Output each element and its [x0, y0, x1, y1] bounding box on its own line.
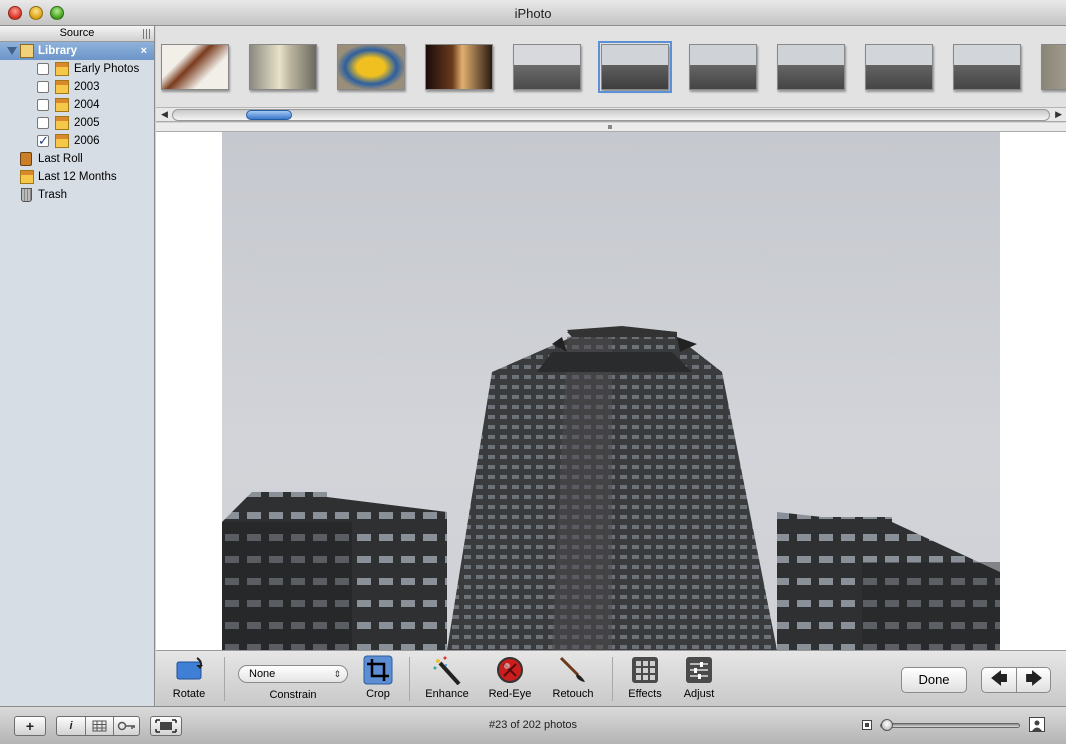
sidebar-item-label: Early Photos: [74, 63, 140, 75]
thumbnail[interactable]: [689, 44, 757, 90]
film-roll-icon: [20, 152, 32, 166]
sidebar-item-early-photos[interactable]: Early Photos: [0, 60, 154, 78]
sidebar-item-2005[interactable]: 2005: [0, 114, 154, 132]
toolbar-divider: [612, 657, 613, 701]
sidebar-item-label: 2005: [74, 117, 100, 129]
calendar-icon: [20, 170, 34, 184]
sidebar-item-last-12-months[interactable]: Last 12 Months: [0, 168, 154, 186]
retouch-button[interactable]: Retouch: [548, 655, 598, 700]
bottom-bar: + i #23 of 202 photos: [0, 706, 1066, 744]
thumbnail[interactable]: [513, 44, 581, 90]
scroll-right-icon[interactable]: ▶: [1055, 109, 1062, 120]
thumbnail[interactable]: [865, 44, 933, 90]
sidebar-item-label: Last 12 Months: [38, 171, 117, 183]
magic-wand-icon: [432, 655, 462, 686]
sidebar-item-2003[interactable]: 2003: [0, 78, 154, 96]
zoom-slider[interactable]: [880, 719, 1020, 731]
sidebar-item-label: Library: [38, 45, 77, 57]
previous-photo-button[interactable]: 🡄: [982, 668, 1016, 692]
thumbnail[interactable]: [161, 44, 229, 90]
photo-image[interactable]: [222, 132, 1000, 650]
enhance-button[interactable]: Enhance: [422, 655, 472, 700]
checkbox[interactable]: [37, 99, 49, 111]
photo-navigation: 🡄 🡆: [981, 667, 1051, 693]
thumbnail[interactable]: [425, 44, 493, 90]
edit-toolbar: Rotate None Constrain Crop Enhance Red-E…: [156, 650, 1066, 706]
done-button[interactable]: Done: [901, 667, 967, 693]
filmstrip: [156, 26, 1066, 108]
red-eye-button[interactable]: Red-Eye: [484, 655, 536, 700]
enhance-label: Enhance: [425, 688, 469, 700]
constrain-label: Constrain: [269, 689, 317, 701]
crop-icon: [363, 655, 393, 685]
window-titlebar: iPhoto: [0, 0, 1066, 26]
close-icon[interactable]: ×: [141, 42, 147, 60]
thumbnail[interactable]: [777, 44, 845, 90]
scroll-thumb[interactable]: [246, 110, 292, 120]
adjust-label: Adjust: [683, 688, 715, 700]
calendar-icon: [55, 62, 69, 76]
crop-button[interactable]: Crop: [358, 655, 398, 700]
sidebar-item-last-roll[interactable]: Last Roll: [0, 150, 154, 168]
calendar-icon: [55, 134, 69, 148]
small-photo-icon: [862, 720, 872, 730]
checkbox[interactable]: [37, 117, 49, 129]
adjust-button[interactable]: Adjust: [678, 655, 720, 700]
retouch-label: Retouch: [552, 688, 594, 700]
effects-grid-icon: [630, 655, 660, 685]
constrain-select[interactable]: None: [238, 665, 348, 683]
rotate-icon: [174, 655, 204, 685]
calendar-icon: [55, 116, 69, 130]
scroll-left-icon[interactable]: ◀: [161, 109, 168, 120]
adjust-sliders-icon: [684, 655, 714, 685]
checkbox[interactable]: [37, 81, 49, 93]
thumbnail[interactable]: [953, 44, 1021, 90]
thumbnail[interactable]: [249, 44, 317, 90]
photo-viewer: [156, 132, 1066, 650]
sidebar-item-2006[interactable]: ✓ 2006: [0, 132, 154, 150]
splitter-grip-icon[interactable]: [608, 125, 612, 129]
effects-label: Effects: [628, 688, 662, 700]
resize-grip-icon[interactable]: [143, 29, 151, 39]
next-photo-button[interactable]: 🡆: [1017, 668, 1051, 692]
sidebar-item-label: Trash: [38, 189, 67, 201]
sidebar-item-2004[interactable]: 2004: [0, 96, 154, 114]
calendar-icon: [55, 98, 69, 112]
checkbox-checked[interactable]: ✓: [37, 134, 49, 147]
effects-button[interactable]: Effects: [624, 655, 666, 700]
sidebar-item-label: 2006: [74, 135, 100, 147]
checkbox[interactable]: [37, 63, 49, 75]
crop-label: Crop: [366, 688, 390, 700]
toolbar-divider: [409, 657, 410, 701]
window-title: iPhoto: [514, 6, 552, 21]
large-photo-icon: [1029, 717, 1045, 732]
sidebar-item-library[interactable]: Library ×: [0, 42, 154, 60]
trash-icon: [21, 188, 32, 202]
library-icon: [20, 44, 34, 58]
scroll-track[interactable]: [172, 109, 1050, 121]
rotate-label: Rotate: [172, 688, 206, 700]
toolbar-divider: [224, 657, 225, 701]
constrain-value: None: [249, 668, 276, 680]
sidebar-item-label: 2003: [74, 81, 100, 93]
thumbnail[interactable]: [1041, 44, 1066, 90]
brush-icon: [558, 655, 588, 685]
disclosure-triangle-icon[interactable]: [7, 47, 17, 55]
sidebar-item-label: Last Roll: [38, 153, 83, 165]
zoom-slider-knob[interactable]: [881, 719, 893, 731]
source-header-label: Source: [59, 27, 95, 39]
pane-splitter[interactable]: [156, 123, 1066, 132]
skyscraper-photo: [222, 326, 1000, 650]
red-eye-icon: [495, 655, 525, 685]
source-header: Source: [0, 26, 154, 42]
sidebar-item-trash[interactable]: Trash: [0, 186, 154, 204]
calendar-icon: [55, 80, 69, 94]
filmstrip-scrollbar[interactable]: ◀ ▶: [156, 108, 1066, 122]
source-sidebar: Source Library × Early Photos 2003 2004 …: [0, 26, 155, 706]
sidebar-item-label: 2004: [74, 99, 100, 111]
thumbnail[interactable]: [337, 44, 405, 90]
rotate-button[interactable]: Rotate: [168, 655, 210, 700]
thumbnail-selected[interactable]: [598, 41, 672, 93]
red-eye-label: Red-Eye: [488, 688, 532, 700]
